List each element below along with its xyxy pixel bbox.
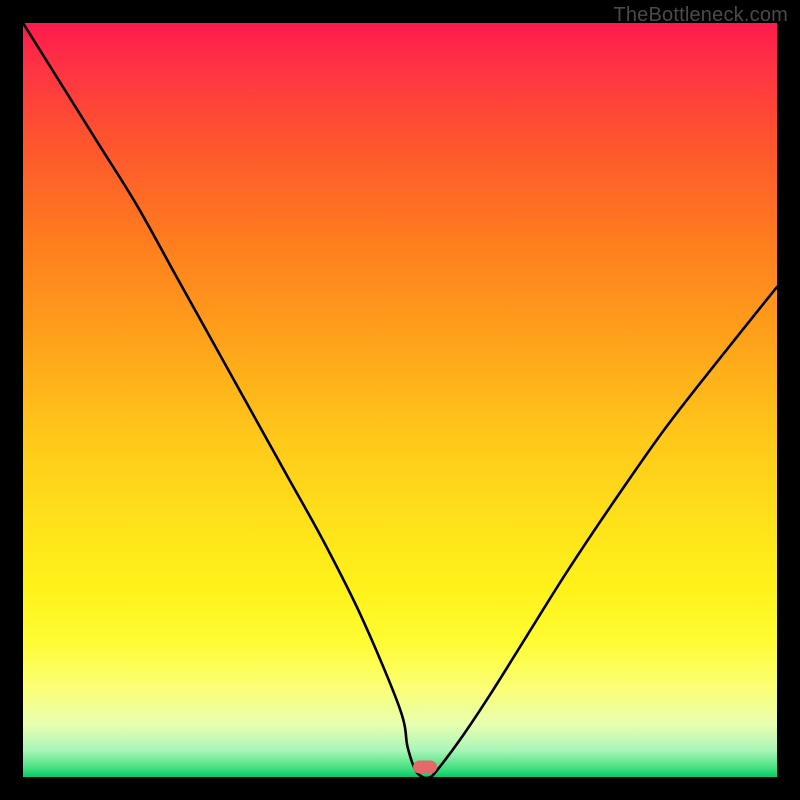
plot-area bbox=[23, 23, 777, 777]
minimum-marker bbox=[413, 761, 437, 774]
bottleneck-curve bbox=[23, 23, 777, 777]
watermark-text: TheBottleneck.com bbox=[613, 4, 788, 27]
curve-line bbox=[23, 23, 777, 777]
chart-frame: TheBottleneck.com bbox=[0, 0, 800, 800]
